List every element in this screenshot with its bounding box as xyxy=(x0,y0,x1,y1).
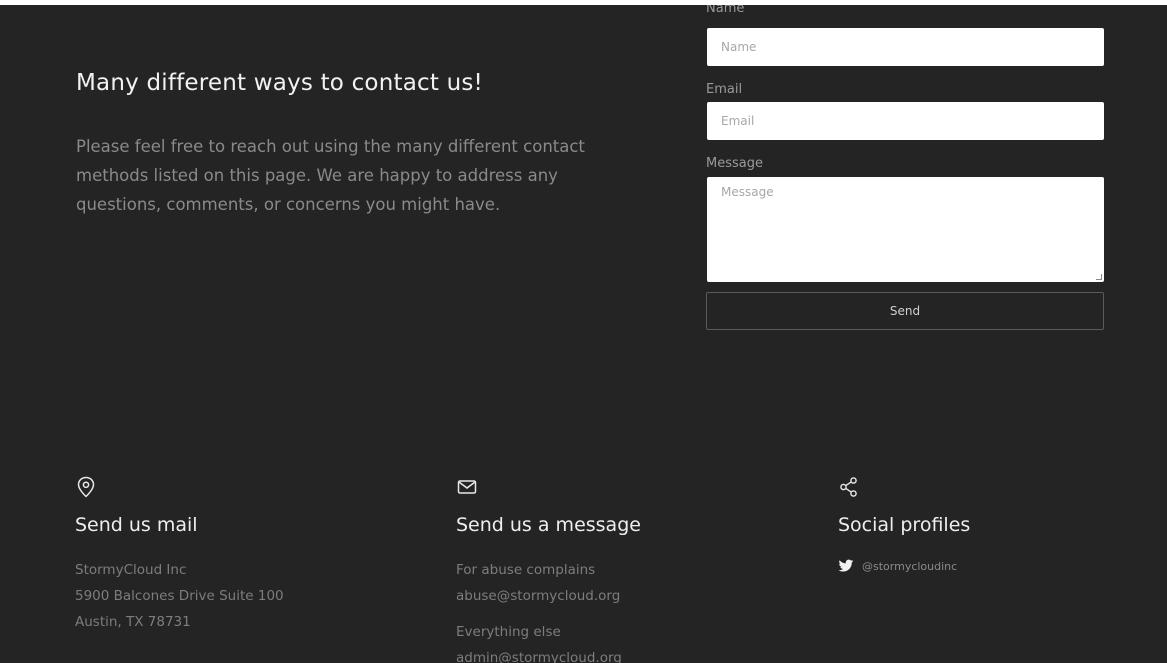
social-title: Social profiles xyxy=(838,514,971,536)
address-line: Austin, TX 78731 xyxy=(75,614,191,630)
address-line: 5900 Balcones Drive Suite 100 xyxy=(75,588,284,604)
mail-title: Send us mail xyxy=(75,514,198,536)
resize-handle[interactable] xyxy=(1096,274,1102,280)
name-label: Name xyxy=(706,5,745,16)
else-label: Everything else xyxy=(456,624,561,640)
mail-address: StormyCloud Inc 5900 Balcones Drive Suit… xyxy=(75,557,395,635)
page-title: Many different ways to contact us! xyxy=(76,70,483,96)
intro-paragraph: Please feel free to reach out using the … xyxy=(76,137,585,214)
message-textarea[interactable] xyxy=(707,177,1104,282)
email-label: Email xyxy=(706,82,743,97)
share-icon xyxy=(838,475,860,497)
message-label: Message xyxy=(706,156,763,171)
map-pin-icon xyxy=(75,475,97,498)
message-title: Send us a message xyxy=(456,514,641,536)
name-input[interactable] xyxy=(707,28,1104,66)
email-input[interactable] xyxy=(707,102,1104,140)
abuse-label: For abuse complains xyxy=(456,562,596,578)
social-column: Social profiles @stormycloudinc xyxy=(838,475,1158,578)
envelope-icon xyxy=(456,475,478,497)
send-button[interactable]: Send xyxy=(706,292,1104,330)
else-email-link[interactable]: admin@stormycloud.org xyxy=(456,645,776,663)
message-contacts: For abuse complains abuse@stormycloud.or… xyxy=(456,557,776,663)
address-line: StormyCloud Inc xyxy=(75,562,187,578)
twitter-handle[interactable]: @stormycloudinc xyxy=(862,560,957,573)
twitter-link[interactable]: @stormycloudinc xyxy=(838,554,1158,578)
twitter-icon xyxy=(838,558,854,574)
message-column: Send us a message For abuse complains ab… xyxy=(456,475,776,663)
contact-section: Many different ways to contact us! Pleas… xyxy=(0,5,1167,663)
abuse-email-link[interactable]: abuse@stormycloud.org xyxy=(456,583,776,609)
mail-column: Send us mail StormyCloud Inc 5900 Balcon… xyxy=(75,475,395,635)
